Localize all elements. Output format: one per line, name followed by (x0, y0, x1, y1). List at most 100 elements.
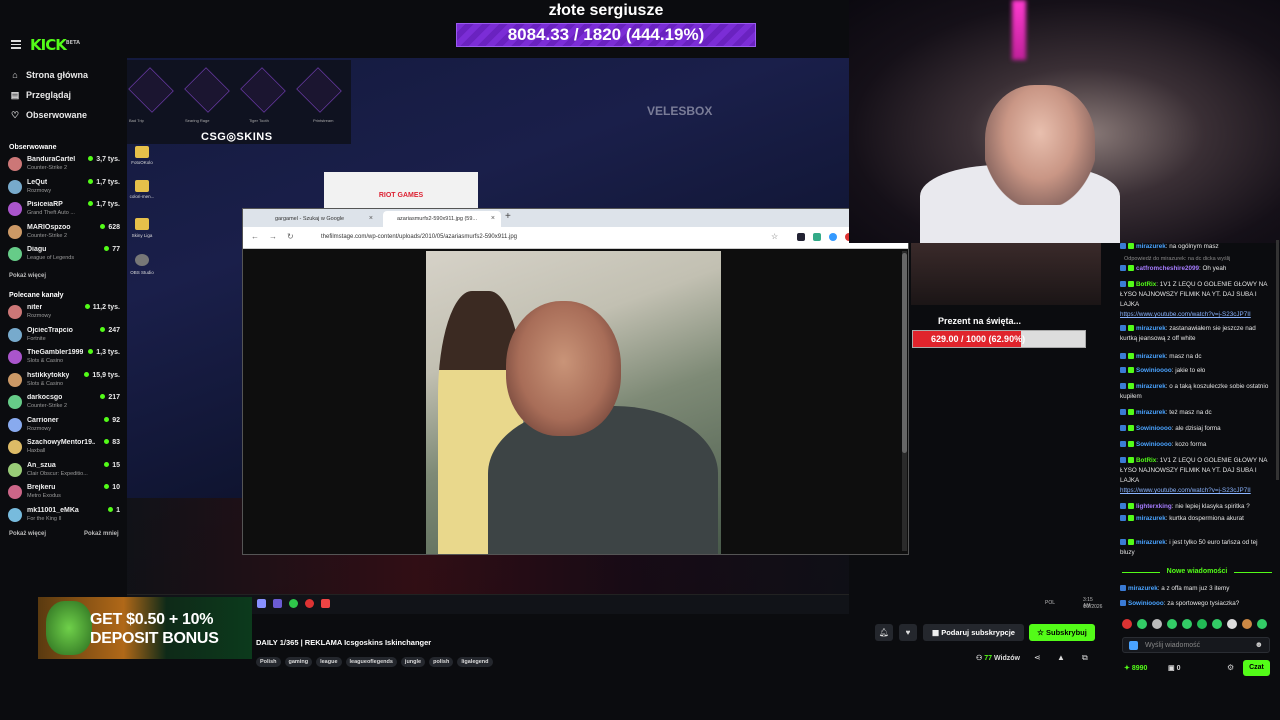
gift-subscription-button[interactable]: ▦ Podaruj subskrypcje (923, 624, 1024, 641)
channel-row[interactable]: LeQut Rozmowy 1,7 tys. (8, 177, 120, 197)
chat-username[interactable]: Sowinioooo (1136, 441, 1172, 448)
chat-username[interactable]: mirazurek (1136, 243, 1166, 250)
gear-icon[interactable]: ⚙ (1227, 663, 1234, 672)
ad-banner[interactable]: GET $0.50 + 10% DEPOSIT BONUS (38, 597, 252, 659)
chat-username[interactable]: catfromcheshire2099 (1136, 265, 1199, 272)
browser-tab-active[interactable]: azariasmurfs2-590x911.jpg (59... × (383, 211, 501, 227)
chat-message[interactable]: Sowinioooo: kozo forma (1120, 440, 1272, 450)
chat-username[interactable]: mirazurek (1136, 515, 1166, 522)
browser-tab[interactable]: gargamel - Szukaj w Google × (261, 211, 379, 227)
emote-icon[interactable] (1257, 619, 1267, 629)
menu-icon[interactable] (11, 40, 21, 49)
emote-icon[interactable] (1122, 619, 1132, 629)
channel-row[interactable]: mk11001_eMKa For the King II 1 (8, 505, 120, 525)
chat-link[interactable]: https://www.youtube.com/watch?v=j-S23cJP… (1120, 487, 1251, 494)
emote-icon[interactable] (1137, 619, 1147, 629)
emote-icon[interactable] (1167, 619, 1177, 629)
chat-username[interactable]: lighterxking (1136, 503, 1172, 510)
channel-row[interactable]: Diagu League of Legends 77 (8, 244, 120, 264)
show-less-recommended[interactable]: Pokaż mniej (84, 531, 119, 537)
chat-username[interactable]: mirazurek (1128, 585, 1158, 592)
share-icon[interactable]: ⋖ (1034, 653, 1041, 662)
chat-message[interactable]: mirazurek: też masz na dc (1120, 408, 1272, 418)
theater-icon[interactable]: ⧉ (1082, 653, 1088, 663)
channel-row[interactable]: SzachowyMentor19... Haxball 83 (8, 437, 120, 457)
chat-message[interactable]: mirazurek: a z offa mam juz 3 itemy (1120, 584, 1272, 594)
chat-message[interactable]: mirazurek: kurtka dospermiona akurat (1120, 514, 1272, 524)
chat-message[interactable]: BotRix: 1V1 Z LEQU O GOLENIE GŁOWY NA ŁY… (1120, 456, 1272, 496)
channel-row[interactable]: BanduraCartel Counter-Strike 2 3,7 tys. (8, 154, 120, 174)
channel-points[interactable]: ✦ 8990 (1124, 664, 1147, 672)
chat-input[interactable]: Wyślij wiadomość ☻ (1122, 637, 1270, 653)
chat-username[interactable]: Sowinioooo (1128, 600, 1164, 607)
chat-message[interactable]: lighterxking: nie lepiej klasyka spiritk… (1120, 502, 1272, 512)
chat-message[interactable]: mirazurek: zastanawiałem sie jeszcze nad… (1120, 324, 1272, 344)
tag-chip[interactable]: league (316, 657, 342, 667)
tag-chip[interactable]: leagueoflegends (345, 657, 397, 667)
url-text[interactable]: thefilmstage.com/wp-content/uploads/2010… (321, 234, 517, 240)
chat-username[interactable]: mirazurek (1136, 353, 1166, 360)
chat-message[interactable]: mirazurek: na ogólnym masz (1120, 242, 1272, 252)
emote-icon[interactable] (1197, 619, 1207, 629)
chat-message[interactable]: mirazurek: o a taką koszuleczke sobie os… (1120, 382, 1272, 402)
close-icon[interactable]: × (491, 215, 495, 222)
channel-row[interactable]: PisiceiaRP Grand Theft Auto ... 1,7 tys. (8, 199, 120, 219)
chat-username[interactable]: mirazurek (1136, 325, 1166, 332)
emote-icon[interactable] (1242, 619, 1252, 629)
tag-chip[interactable]: gaming (284, 657, 313, 667)
chat-link[interactable]: https://www.youtube.com/watch?v=j-S23cJP… (1120, 311, 1251, 318)
channel-row[interactable]: niter Rozmowy 11,2 tys. (8, 302, 120, 322)
emoji-icon[interactable]: ☻ (1255, 640, 1263, 649)
nav-home[interactable]: ⌂ Strona główna (10, 70, 88, 80)
extension-icon[interactable] (797, 233, 805, 241)
points-secondary[interactable]: ▣ 0 (1168, 664, 1180, 672)
chat-message[interactable]: Sowinioooo: ale dzisiaj forma (1120, 424, 1272, 434)
new-tab-icon[interactable]: + (505, 211, 511, 222)
chat-username[interactable]: mirazurek (1136, 409, 1166, 416)
chat-username[interactable]: mirazurek (1136, 383, 1166, 390)
extension-icon[interactable] (829, 233, 837, 241)
chat-scrollbar[interactable] (1276, 240, 1279, 480)
tag-chip[interactable]: ligalegend (457, 657, 493, 667)
chat-message[interactable]: mirazurek: i jest tylko 50 euro tańsza o… (1120, 538, 1272, 558)
emote-icon[interactable] (1182, 619, 1192, 629)
heart-button[interactable]: ♥ (899, 624, 917, 641)
reload-icon[interactable]: ↻ (287, 232, 294, 241)
tag-chip[interactable]: jungle (400, 657, 426, 667)
subscribe-button[interactable]: ☆ Subskrybuj (1029, 624, 1095, 641)
chat-username[interactable]: BotRix (1136, 457, 1156, 464)
channel-row[interactable]: MARIOspzoo Counter-Strike 2 628 (8, 222, 120, 242)
chat-message[interactable]: mirazurek: masz na dc (1120, 352, 1272, 362)
emote-icon[interactable] (1212, 619, 1222, 629)
channel-row[interactable]: OjciecTrapcio Fortnite 247 (8, 325, 120, 345)
channel-row[interactable]: Carrioner Rozmowy 92 (8, 415, 120, 435)
new-messages-divider[interactable]: Nowe wiadomości (1122, 568, 1272, 575)
browser-scrollbar[interactable] (902, 251, 907, 551)
kick-logo[interactable]: KICKBETA (30, 36, 80, 54)
channel-row[interactable]: An_szua Clair Obscur: Expeditio... 15 (8, 460, 120, 480)
channel-row[interactable]: darkocsgo Counter-Strike 2 217 (8, 392, 120, 412)
chat-message[interactable]: Sowinioooo: jakie to eło (1120, 366, 1272, 376)
chat-send-button[interactable]: Czat (1243, 660, 1270, 676)
show-more-followed[interactable]: Pokaż więcej (9, 273, 46, 279)
nav-following[interactable]: ♡ Obserwowane (10, 110, 87, 120)
report-icon[interactable]: ▲ (1057, 653, 1065, 662)
tag-chip[interactable]: polish (429, 657, 454, 667)
tag-chip[interactable]: Polish (256, 657, 281, 667)
chat-username[interactable]: Sowinioooo (1136, 367, 1172, 374)
close-icon[interactable]: × (369, 215, 373, 222)
channel-row[interactable]: TheGambler1999 Slots & Casino 1,3 tys. (8, 347, 120, 367)
emote-icon[interactable] (1227, 619, 1237, 629)
forward-icon[interactable]: → (269, 232, 277, 241)
bell-icon[interactable]: 🔔︎ (875, 624, 893, 641)
chat-username[interactable]: Sowinioooo (1136, 425, 1172, 432)
emote-icon[interactable] (1152, 619, 1162, 629)
chat-username[interactable]: mirazurek (1136, 539, 1166, 546)
chat-username[interactable]: BotRix (1136, 281, 1156, 288)
channel-row[interactable]: hstikkytokky Slots & Casino 15,9 tys. (8, 370, 120, 390)
back-icon[interactable]: ← (251, 232, 259, 241)
chat-message[interactable]: catfromcheshire2099: Oh yeah (1120, 264, 1272, 274)
chat-message[interactable]: Sowinioooo: za sportowego tysiaczka? (1120, 599, 1272, 609)
extension-icon[interactable] (813, 233, 821, 241)
nav-browse[interactable]: ▤ Przeglądaj (10, 90, 71, 100)
